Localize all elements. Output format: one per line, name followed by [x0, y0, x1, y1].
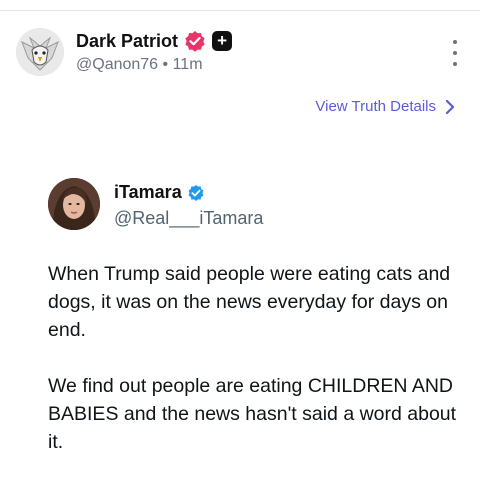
quoted-post-text: When Trump said people were eating cats … [48, 260, 458, 484]
quoted-author-name[interactable]: iTamara [114, 182, 182, 203]
author-handle[interactable]: @Qanon76 [76, 56, 158, 73]
more-vertical-icon[interactable] [446, 40, 464, 66]
meta-separator: • [162, 56, 169, 73]
top-divider [0, 10, 480, 11]
quoted-paragraph-1: When Trump said people were eating cats … [48, 263, 451, 341]
author-name[interactable]: Dark Patriot [76, 31, 178, 52]
quoted-author-handle[interactable]: @Real___iTamara [114, 208, 263, 229]
view-details-link[interactable]: View Truth Details [315, 98, 456, 115]
quoted-paragraph-2: We find out people are eating CHILDREN A… [48, 375, 457, 453]
author-meta: @Qanon76 • 11m [76, 56, 203, 74]
verified-badge-icon [184, 30, 206, 52]
author-row: Dark Patriot + [76, 30, 233, 52]
avatar[interactable] [16, 28, 64, 76]
post-time: 11m [172, 56, 203, 73]
view-details-label: View Truth Details [315, 98, 436, 115]
plus-badge-icon: + [212, 31, 233, 51]
chevron-right-icon [444, 99, 456, 114]
verified-badge-icon [187, 184, 205, 202]
quoted-avatar[interactable] [48, 178, 100, 230]
quoted-author-row: iTamara [114, 182, 205, 203]
post-header: Dark Patriot + @Qanon76 • 11m [16, 28, 464, 78]
